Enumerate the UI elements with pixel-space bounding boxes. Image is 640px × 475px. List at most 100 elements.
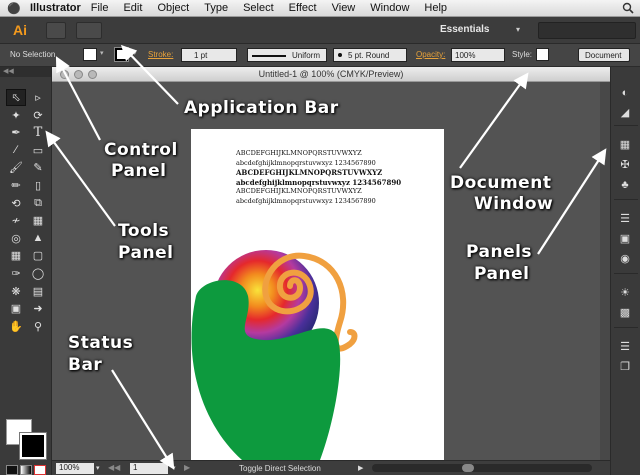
stroke-color-swatch[interactable]	[114, 47, 129, 62]
appearance-panel-icon[interactable]: ☀	[617, 285, 633, 301]
workspace-switcher[interactable]: Essentials	[440, 24, 489, 35]
document-title-bar: Untitled-1 @ 100% (CMYK/Preview)	[52, 67, 610, 82]
stroke-panel-icon[interactable]: ☰	[617, 211, 633, 227]
tool-grid: ⬁ ▹ ✦ ⟳ ✒ T ∕ ▭ 🖌 ✎ ✏ ▯ ⟲ ⧉ ≁ ▦ ◎ ▲ ▦ ▢ …	[6, 89, 48, 335]
artboard-number-field[interactable]: 1	[130, 463, 168, 474]
stroke-box[interactable]	[19, 432, 47, 460]
layers-panel-icon[interactable]: ☰	[617, 339, 633, 355]
opacity-field[interactable]: 100%	[451, 48, 505, 62]
search-help-field[interactable]	[538, 22, 636, 39]
blend-tool-icon[interactable]: ◯	[28, 265, 48, 282]
chevron-down-icon[interactable]: ▾	[100, 49, 104, 57]
horizontal-scrollbar[interactable]	[372, 464, 592, 472]
eraser-tool-icon[interactable]: ▯	[28, 177, 48, 194]
menu-select[interactable]: Select	[243, 2, 274, 14]
status-text[interactable]: Toggle Direct Selection	[239, 464, 321, 473]
swatches-panel-icon[interactable]: ▦	[617, 137, 633, 153]
style-label: Style:	[512, 50, 533, 59]
graphic-style-swatch[interactable]	[536, 48, 549, 61]
transparency-panel-icon[interactable]: ◉	[617, 251, 633, 267]
color-guide-panel-icon[interactable]: ◢	[617, 105, 633, 121]
shape-builder-tool-icon[interactable]: ◎	[6, 230, 26, 247]
perspective-grid-tool-icon[interactable]: ▲	[28, 230, 48, 247]
magic-wand-tool-icon[interactable]: ✦	[6, 107, 26, 124]
hand-tool-icon[interactable]: ✋	[6, 318, 26, 335]
free-transform-tool-icon[interactable]: ▦	[28, 212, 48, 229]
label-tools: Tools	[118, 221, 170, 241]
dock-separator	[614, 327, 638, 328]
bridge-button[interactable]	[46, 22, 66, 39]
document-setup-button[interactable]: Document Setup	[578, 48, 630, 62]
dock-separator	[614, 199, 638, 200]
menu-effect[interactable]: Effect	[289, 2, 317, 14]
label-status-bar: Bar	[68, 355, 103, 375]
chevron-down-icon[interactable]: ▾	[96, 464, 100, 472]
type-tool-icon[interactable]: T	[28, 124, 48, 141]
menu-type[interactable]: Type	[204, 2, 228, 14]
zoom-level-field[interactable]: 100%	[56, 463, 94, 474]
stroke-weight-field[interactable]: 1 pt	[181, 48, 237, 62]
application-bar: Ai Essentials ▾	[0, 17, 640, 44]
spotlight-icon[interactable]	[622, 2, 634, 14]
next-artboard-icon[interactable]: ▶	[184, 463, 190, 472]
menu-view[interactable]: View	[332, 2, 356, 14]
artboards-panel-icon[interactable]: ❐	[617, 359, 633, 375]
chevron-down-icon[interactable]: ▾	[516, 25, 520, 34]
gradient-mode-button[interactable]	[20, 465, 32, 475]
menu-bar: ⚫ Illustrator File Edit Object Type Sele…	[0, 0, 640, 17]
symbols-panel-icon[interactable]: ♣	[617, 177, 633, 193]
vertical-scrollbar[interactable]	[600, 82, 610, 460]
direct-selection-tool-icon[interactable]: ▹	[28, 89, 48, 106]
dock-separator	[614, 125, 638, 126]
column-graph-tool-icon[interactable]: ▤	[28, 283, 48, 300]
chevron-down-icon[interactable]: ▾	[133, 49, 137, 57]
apple-icon[interactable]: ⚫	[4, 2, 24, 15]
menu-edit[interactable]: Edit	[123, 2, 142, 14]
graphic-styles-panel-icon[interactable]: ▩	[617, 305, 633, 321]
selection-indicator: No Selection	[10, 50, 56, 59]
fill-color-swatch[interactable]	[83, 48, 97, 61]
menu-object[interactable]: Object	[157, 2, 189, 14]
symbol-sprayer-tool-icon[interactable]: ❋	[6, 283, 26, 300]
label-tools-panel: Panel	[118, 243, 174, 263]
color-mode-button[interactable]	[6, 465, 18, 475]
chevron-down-icon[interactable]: ▾	[172, 464, 176, 472]
lasso-tool-icon[interactable]: ⟳	[28, 107, 48, 124]
rotate-tool-icon[interactable]: ⟲	[6, 195, 26, 212]
arrange-documents-button[interactable]	[76, 22, 102, 39]
color-mode-buttons	[6, 465, 46, 475]
brush-definition-dropdown[interactable]: 5 pt. Round	[333, 48, 407, 62]
tools-panel-header[interactable]: ◀◀	[0, 67, 51, 77]
zoom-tool-icon[interactable]: ⚲	[28, 318, 48, 335]
artboard-tool-icon[interactable]: ▣	[6, 300, 26, 317]
mesh-tool-icon[interactable]: ▦	[6, 247, 26, 264]
eyedropper-tool-icon[interactable]: ✑	[6, 265, 26, 282]
brushes-panel-icon[interactable]: ✠	[617, 157, 633, 173]
slice-tool-icon[interactable]: ➜	[28, 300, 48, 317]
pencil-tool-icon[interactable]: ✎	[28, 159, 48, 176]
menu-window[interactable]: Window	[370, 2, 409, 14]
stroke-label[interactable]: Stroke:	[148, 50, 173, 59]
status-bar: 100% ▾ ◀◀ 1 ▾ ▶ Toggle Direct Selection …	[52, 460, 610, 475]
gradient-tool-icon[interactable]: ▢	[28, 247, 48, 264]
paintbrush-tool-icon[interactable]: 🖌	[6, 159, 26, 176]
status-menu-arrow-icon[interactable]: ▶	[358, 464, 363, 472]
blob-brush-tool-icon[interactable]: ✏	[6, 177, 26, 194]
scale-tool-icon[interactable]: ⧉	[28, 195, 48, 212]
label-panels-panel: Panel	[474, 264, 530, 284]
none-mode-button[interactable]	[34, 465, 46, 475]
line-tool-icon[interactable]: ∕	[6, 142, 26, 159]
color-panel-icon[interactable]: ◐	[617, 85, 633, 101]
opacity-label[interactable]: Opacity:	[416, 50, 445, 59]
menu-app-name[interactable]: Illustrator	[30, 2, 81, 14]
selection-tool-icon[interactable]: ⬁	[6, 89, 26, 106]
gradient-panel-icon[interactable]: ▣	[617, 231, 633, 247]
pen-tool-icon[interactable]: ✒	[6, 124, 26, 141]
menu-help[interactable]: Help	[424, 2, 447, 14]
scroll-thumb[interactable]	[462, 464, 474, 472]
menu-file[interactable]: File	[91, 2, 109, 14]
label-panels: Panels	[466, 242, 533, 262]
width-tool-icon[interactable]: ≁	[6, 212, 26, 229]
rectangle-tool-icon[interactable]: ▭	[28, 142, 48, 159]
first-artboard-icon[interactable]: ◀◀	[108, 463, 120, 472]
